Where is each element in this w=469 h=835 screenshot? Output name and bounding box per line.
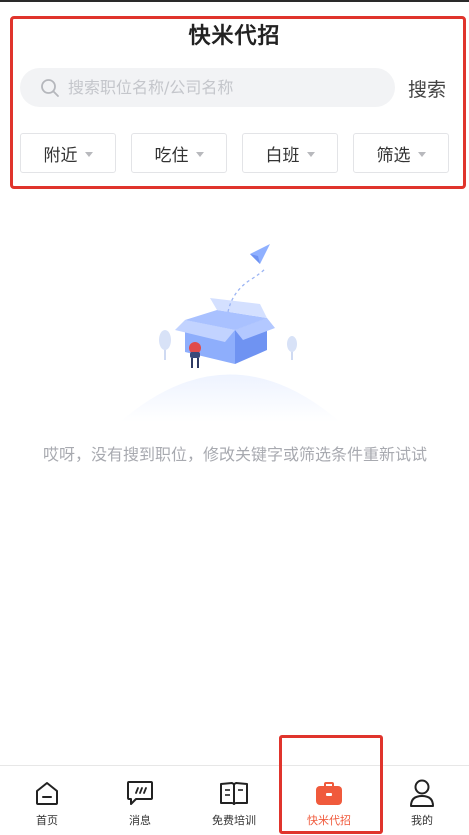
search-icon bbox=[41, 78, 59, 97]
tab-profile[interactable]: 我的 bbox=[382, 766, 462, 835]
tab-label: 我的 bbox=[411, 814, 433, 827]
filter-label: 吃住 bbox=[154, 145, 189, 166]
home-icon bbox=[36, 782, 58, 805]
search-input[interactable] bbox=[68, 78, 368, 97]
page-title: 快米代招 bbox=[188, 24, 281, 49]
caret-down-icon bbox=[84, 151, 93, 157]
filter-board-lodging[interactable]: 吃住 bbox=[131, 133, 227, 173]
tab-kuaimi-recruit[interactable]: 快米代招 bbox=[289, 766, 369, 835]
profile-icon bbox=[410, 779, 434, 807]
filter-day-shift[interactable]: 白班 bbox=[242, 133, 338, 173]
briefcase-icon bbox=[316, 782, 342, 805]
caret-down-icon bbox=[306, 151, 315, 157]
bottom-tabbar: 首页 消息 免费培训 快米代招 我的 bbox=[0, 765, 469, 835]
tab-label: 快米代招 bbox=[307, 814, 351, 827]
status-edge bbox=[0, 0, 469, 2]
caret-down-icon bbox=[417, 151, 426, 157]
filter-bar: 附近 吃住 白班 筛选 bbox=[20, 133, 450, 173]
message-icon bbox=[127, 781, 153, 805]
tab-messages[interactable]: 消息 bbox=[100, 766, 180, 835]
tab-label: 首页 bbox=[36, 814, 58, 827]
empty-state-message: 哎呀，没有搜到职位，修改关键字或筛选条件重新试试 bbox=[42, 445, 427, 464]
filter-nearby[interactable]: 附近 bbox=[20, 133, 116, 173]
search-bar[interactable] bbox=[20, 68, 395, 107]
caret-down-icon bbox=[195, 151, 204, 157]
tab-home[interactable]: 首页 bbox=[7, 766, 87, 835]
book-icon bbox=[220, 782, 248, 805]
filter-more[interactable]: 筛选 bbox=[353, 133, 449, 173]
empty-box-illustration bbox=[120, 244, 340, 422]
tab-label: 消息 bbox=[129, 814, 151, 827]
tab-label: 免费培训 bbox=[212, 814, 256, 827]
filter-label: 附近 bbox=[43, 145, 78, 166]
filter-label: 白班 bbox=[265, 145, 300, 166]
tab-free-training[interactable]: 免费培训 bbox=[194, 766, 274, 835]
search-button[interactable]: 搜索 bbox=[408, 75, 446, 102]
filter-label: 筛选 bbox=[376, 145, 411, 166]
